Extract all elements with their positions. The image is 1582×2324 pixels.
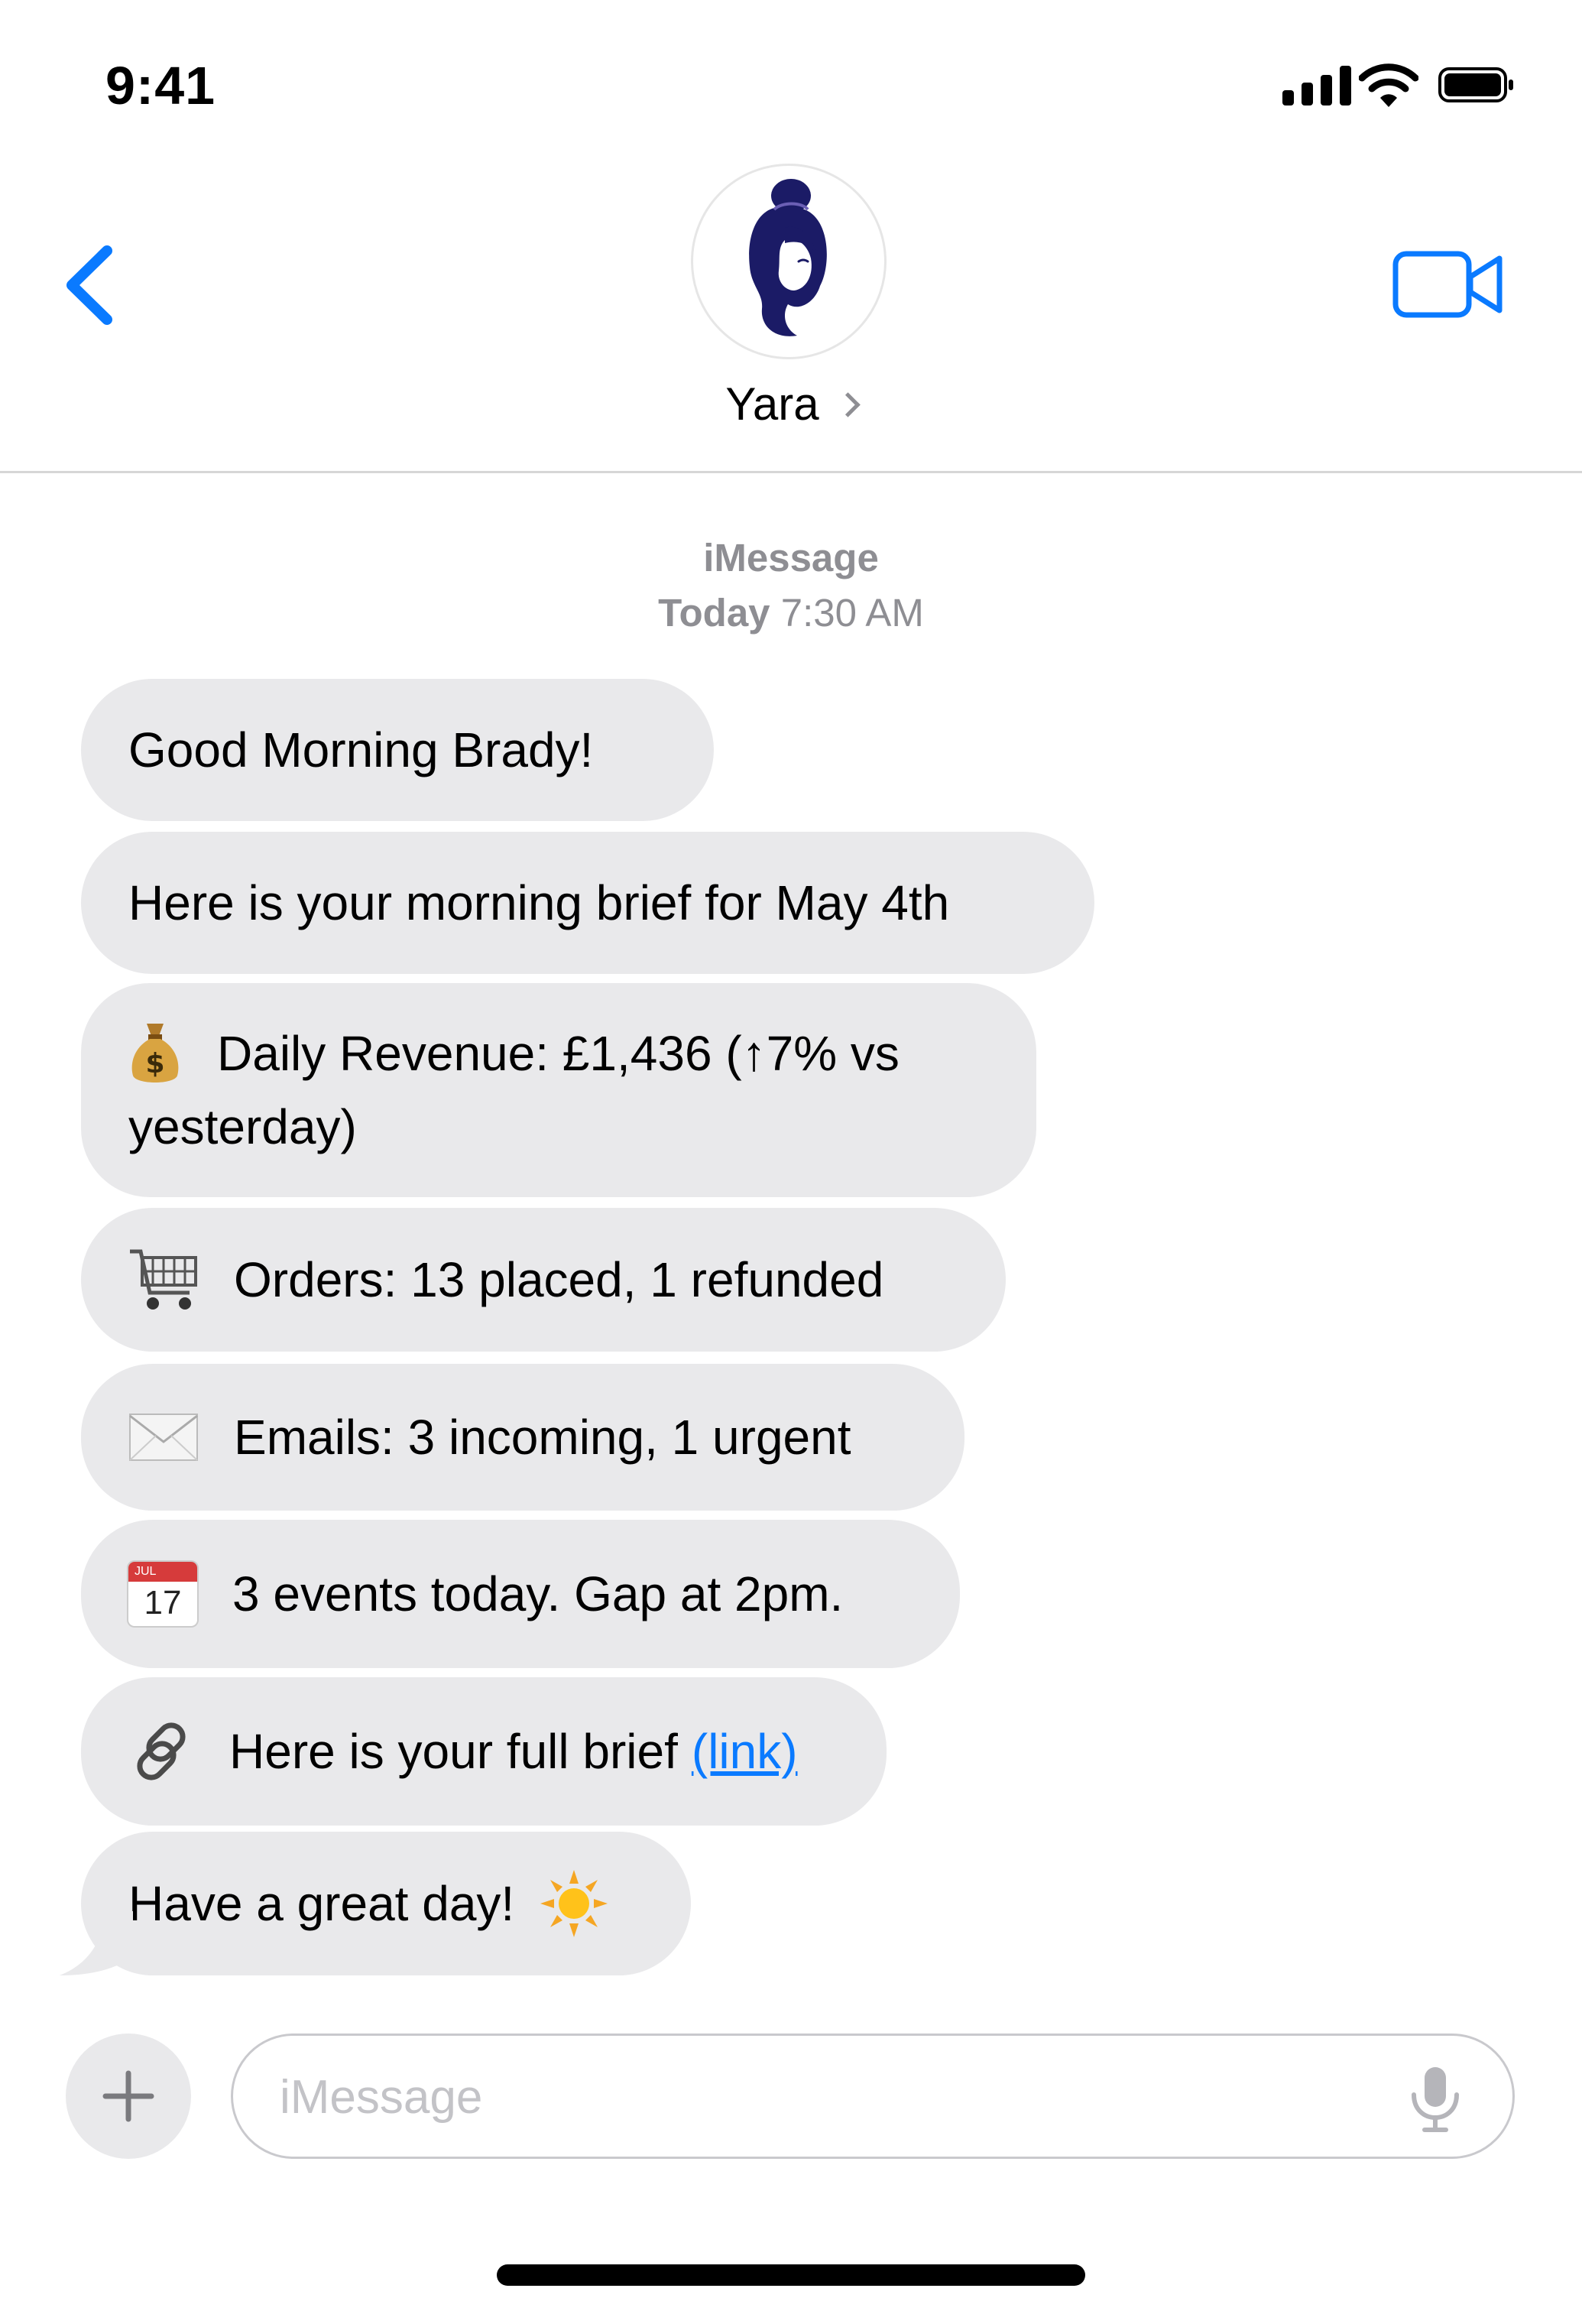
- calendar-day: 17: [144, 1584, 182, 1621]
- message-bubble[interactable]: Emails: 3 incoming, 1 urgent: [81, 1364, 964, 1511]
- video-call-button[interactable]: [1392, 248, 1504, 321]
- calendar-icon: JUL 17: [128, 1562, 197, 1626]
- calendar-month: JUL: [128, 1562, 197, 1582]
- microphone-icon[interactable]: [1408, 2066, 1463, 2133]
- message-text: Orders: 13 placed, 1 refunded: [234, 1252, 884, 1307]
- timestamp: Today 7:30 AM: [0, 590, 1582, 635]
- contact-name: Yara: [725, 378, 819, 430]
- header-divider: [0, 471, 1582, 473]
- message-text: Daily Revenue: £1,436 (↑7% vs: [217, 1026, 900, 1081]
- message-bubble[interactable]: Here is your morning brief for May 4th: [81, 832, 1094, 974]
- link-icon: [137, 1722, 186, 1780]
- message-text-continued: yesterday): [128, 1099, 357, 1154]
- cellular-signal-icon: [1282, 66, 1351, 105]
- status-time: 9:41: [105, 56, 216, 115]
- envelope-icon: [129, 1414, 198, 1461]
- battery-icon: [1438, 67, 1513, 102]
- apps-button[interactable]: [66, 2034, 191, 2159]
- home-indicator[interactable]: [497, 2264, 1085, 2286]
- message-bubble[interactable]: JUL 17 3 events today. Gap at 2pm.: [81, 1520, 960, 1668]
- avatar-illustration-icon: [749, 179, 827, 336]
- message-bubble[interactable]: $ Daily Revenue: £1,436 (↑7% vs yesterda…: [81, 983, 1036, 1197]
- message-text: Good Morning Brady!: [128, 722, 594, 777]
- money-bag-icon: $: [131, 1024, 179, 1082]
- message-text: Emails: 3 incoming, 1 urgent: [234, 1410, 851, 1465]
- back-button[interactable]: [61, 243, 122, 327]
- contact-avatar[interactable]: [691, 164, 887, 359]
- brief-link[interactable]: (link): [692, 1715, 798, 1788]
- timestamp-time: 7:30 AM: [780, 591, 924, 635]
- message-text: 3 events today. Gap at 2pm.: [232, 1566, 844, 1621]
- svg-text:$: $: [145, 1048, 164, 1079]
- timestamp-day: Today: [658, 591, 770, 635]
- contact-name-button[interactable]: Yara: [0, 378, 1582, 430]
- bubble-tail: [60, 1911, 133, 1975]
- shopping-cart-icon: [130, 1249, 197, 1310]
- message-input-placeholder: iMessage: [280, 2071, 483, 2124]
- video-camera-icon: [1392, 251, 1503, 318]
- chevron-left-icon: [66, 245, 112, 325]
- chevron-right-icon: [835, 392, 861, 417]
- message-text: Here is your full brief: [229, 1724, 678, 1779]
- service-label: iMessage: [703, 536, 879, 579]
- message-text: Have a great day!: [128, 1876, 515, 1931]
- message-bubble[interactable]: Good Morning Brady!: [81, 679, 714, 821]
- wifi-icon: [1359, 63, 1418, 107]
- message-bubble[interactable]: Here is your full brief (link): [81, 1677, 887, 1826]
- message-bubble[interactable]: Orders: 13 placed, 1 refunded: [81, 1208, 1006, 1352]
- message-bubble[interactable]: Have a great day!: [81, 1832, 691, 1975]
- sun-icon: [540, 1870, 608, 1937]
- message-text: Here is your morning brief for May 4th: [128, 875, 950, 930]
- plus-icon: [102, 2070, 154, 2122]
